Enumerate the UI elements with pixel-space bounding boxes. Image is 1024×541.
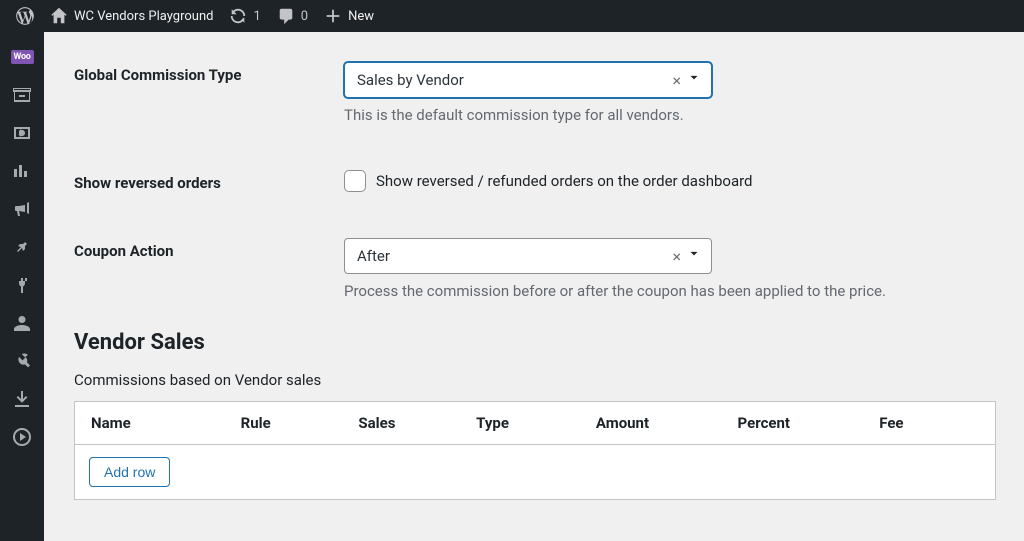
pin-icon	[12, 237, 32, 257]
label-reversed-orders: Show reversed orders	[74, 170, 344, 192]
col-type: Type	[476, 414, 596, 432]
sidebar-item-marketing[interactable]	[0, 190, 44, 228]
sidebar-item-pin[interactable]	[0, 228, 44, 266]
vendor-sales-table: Name Rule Sales Type Amount Percent Fee …	[74, 401, 996, 500]
admin-sidebar: Woo $	[0, 32, 44, 541]
wp-admin-bar: WC Vendors Playground 1 0 New	[0, 0, 1024, 32]
section-title: Vendor Sales	[74, 330, 996, 355]
section-desc: Commissions based on Vendor sales	[74, 371, 996, 389]
col-fee: Fee	[879, 414, 979, 432]
row-reversed-orders: Show reversed orders Show reversed / ref…	[74, 170, 996, 192]
wp-logo[interactable]	[8, 0, 42, 32]
col-sales: Sales	[358, 414, 476, 432]
label-commission-type: Global Commission Type	[74, 62, 344, 124]
sidebar-item-plugins[interactable]	[0, 266, 44, 304]
refresh-icon	[229, 7, 247, 25]
woo-icon: Woo	[11, 50, 34, 64]
select-commission-type[interactable]: Sales by Vendor ×	[344, 62, 712, 98]
sidebar-item-users[interactable]	[0, 304, 44, 342]
sidebar-item-payments[interactable]: $	[0, 114, 44, 152]
select-value: After	[357, 247, 666, 265]
home-icon	[50, 7, 68, 25]
wordpress-icon	[16, 7, 34, 25]
money-icon: $	[12, 123, 32, 143]
table-header: Name Rule Sales Type Amount Percent Fee	[75, 402, 995, 445]
row-commission-type: Global Commission Type Sales by Vendor ×…	[74, 62, 996, 124]
play-circle-icon	[12, 427, 32, 447]
chevron-down-icon	[687, 247, 701, 265]
new-content-link[interactable]: New	[316, 0, 382, 32]
clear-icon[interactable]: ×	[666, 71, 687, 90]
checkbox-label-reversed[interactable]: Show reversed / refunded orders on the o…	[376, 172, 753, 190]
sidebar-item-woocommerce[interactable]: Woo	[0, 38, 44, 76]
chart-bar-icon	[12, 161, 32, 181]
wrench-icon	[12, 351, 32, 371]
checkbox-reversed-orders[interactable]	[344, 170, 366, 192]
chevron-down-icon	[687, 71, 701, 89]
clear-icon[interactable]: ×	[666, 247, 687, 266]
sidebar-item-analytics[interactable]	[0, 152, 44, 190]
plus-icon	[324, 7, 342, 25]
megaphone-icon	[12, 199, 32, 219]
label-coupon-action: Coupon Action	[74, 238, 344, 300]
user-icon	[12, 313, 32, 333]
settings-content: Global Commission Type Sales by Vendor ×…	[44, 32, 1024, 541]
select-coupon-action[interactable]: After ×	[344, 238, 712, 274]
comments-count: 0	[301, 9, 308, 24]
download-icon	[12, 389, 32, 409]
desc-coupon-action: Process the commission before or after t…	[344, 282, 996, 300]
comment-icon	[277, 7, 295, 25]
sidebar-item-import[interactable]	[0, 380, 44, 418]
sidebar-item-tools[interactable]	[0, 342, 44, 380]
select-value: Sales by Vendor	[357, 71, 666, 89]
sidebar-item-collapse[interactable]	[0, 418, 44, 456]
updates-count: 1	[253, 9, 260, 24]
plug-icon	[12, 275, 32, 295]
new-label: New	[348, 9, 374, 24]
svg-text:$: $	[18, 129, 23, 138]
add-row-button[interactable]: Add row	[89, 457, 170, 487]
col-rule: Rule	[241, 414, 359, 432]
comments-link[interactable]: 0	[269, 0, 316, 32]
site-name-link[interactable]: WC Vendors Playground	[42, 0, 221, 32]
updates-link[interactable]: 1	[221, 0, 268, 32]
col-percent: Percent	[738, 414, 880, 432]
site-title: WC Vendors Playground	[74, 9, 213, 24]
row-coupon-action: Coupon Action After × Process the commis…	[74, 238, 996, 300]
desc-commission-type: This is the default commission type for …	[344, 106, 996, 124]
col-name: Name	[91, 414, 241, 432]
col-amount: Amount	[596, 414, 738, 432]
archive-icon	[12, 85, 32, 105]
sidebar-item-products[interactable]	[0, 76, 44, 114]
table-body: Add row	[75, 445, 995, 499]
